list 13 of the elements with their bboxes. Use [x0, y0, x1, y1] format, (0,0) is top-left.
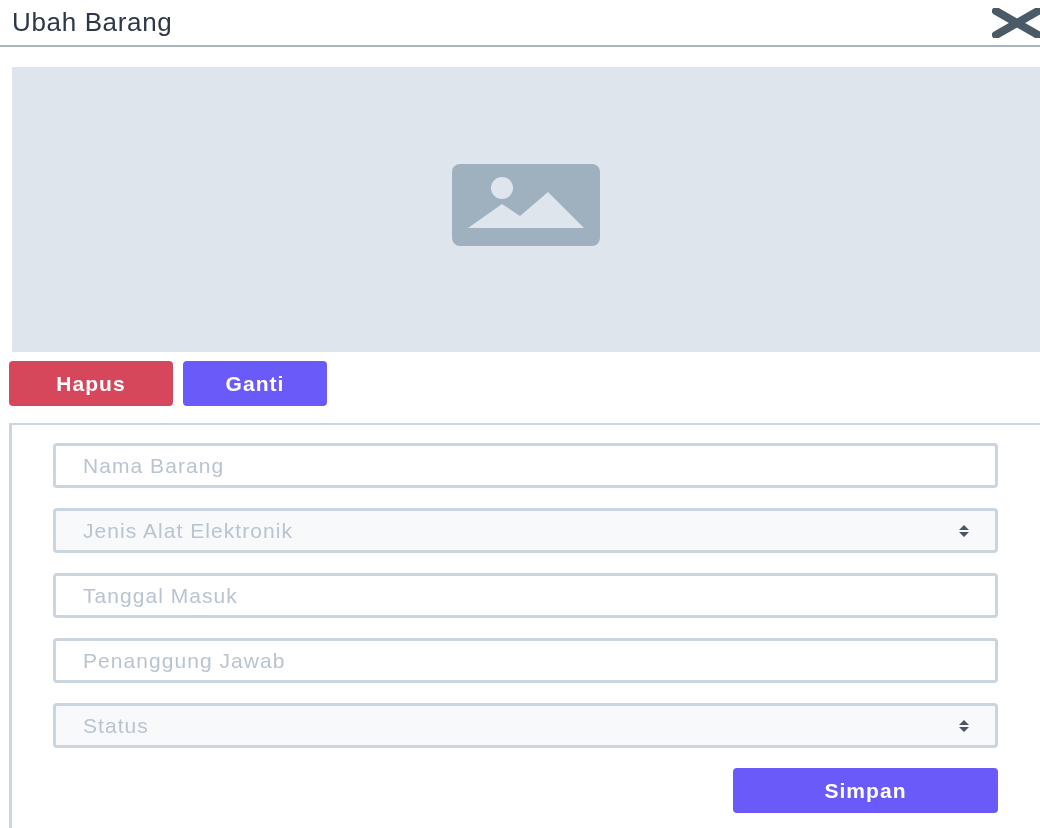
save-button[interactable]: Simpan	[733, 768, 998, 813]
text-field[interactable]: Tanggal Masuk	[53, 573, 998, 618]
select-placeholder: Jenis Alat Elektronik	[83, 517, 293, 544]
text-field[interactable]: Penanggung Jawab	[53, 638, 998, 683]
image-icon	[452, 163, 600, 246]
select-placeholder: Status	[83, 712, 149, 739]
sort-icon	[958, 523, 970, 538]
delete-button[interactable]: Hapus	[9, 361, 173, 406]
sort-icon	[958, 718, 970, 733]
close-icon[interactable]	[992, 7, 1040, 38]
replace-button[interactable]: Ganti	[183, 361, 327, 406]
dialog-title: Ubah Barang	[12, 6, 173, 39]
text-field[interactable]: Nama Barang	[53, 443, 998, 488]
